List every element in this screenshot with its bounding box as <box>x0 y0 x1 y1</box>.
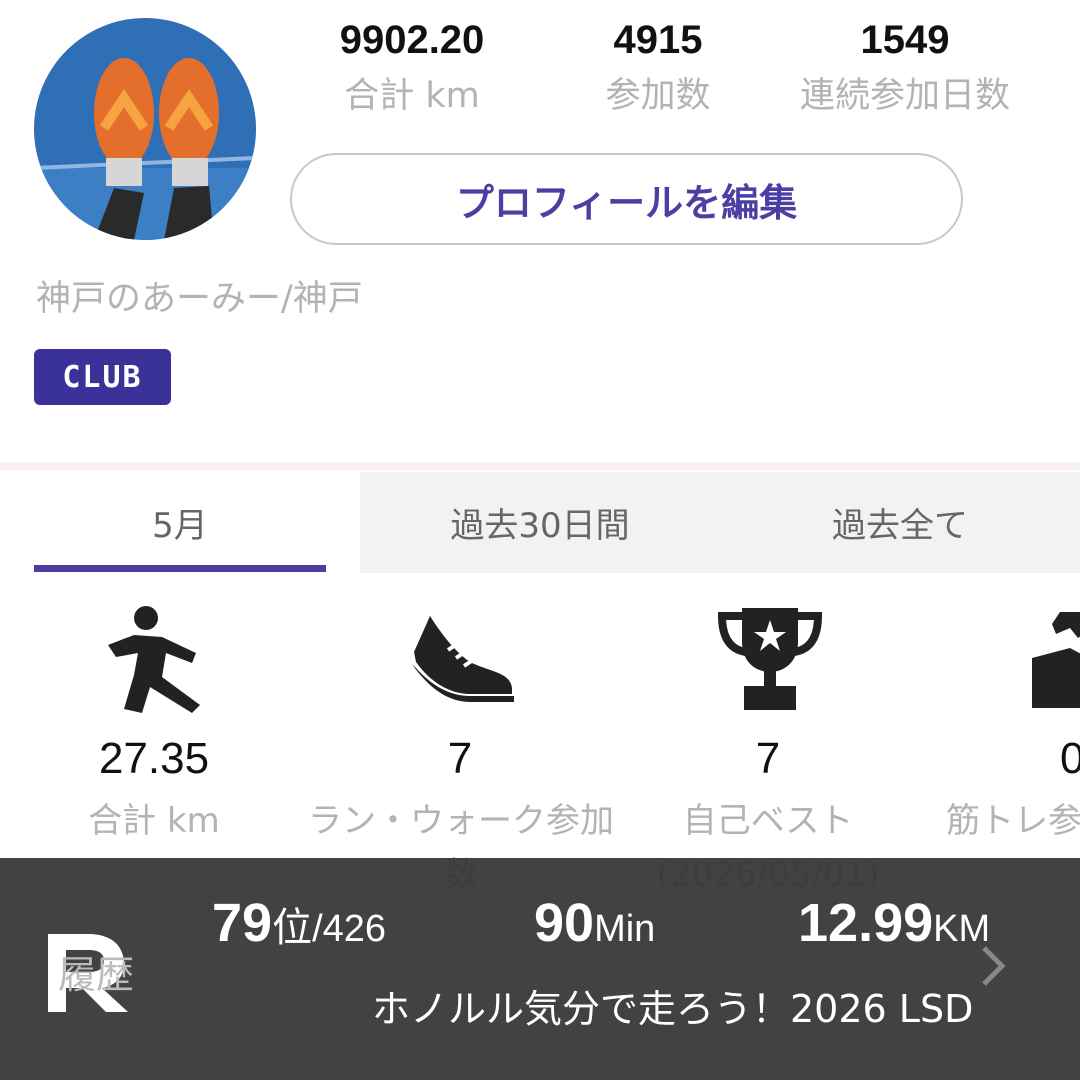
distance-value: 12.99 <box>798 893 934 953</box>
summary-strength-value: 0 <box>1060 734 1080 783</box>
history-label: 履歴 <box>58 953 135 997</box>
duration-readout: 90Min <box>534 892 655 954</box>
edit-profile-button[interactable]: プロフィールを編集 <box>290 153 963 245</box>
event-title: ホノルル気分で走ろう！2026 LSD <box>372 987 974 1031</box>
active-tab-indicator <box>34 565 326 572</box>
user-name: 神戸のあーみー/神戸 <box>36 279 363 319</box>
trophy-icon <box>717 606 823 712</box>
rank-readout: 79位/426 <box>212 892 386 954</box>
duration-unit: Min <box>594 908 656 950</box>
chevron-right-icon[interactable] <box>978 944 1008 988</box>
tab-all-time[interactable]: 過去全て <box>720 472 1080 573</box>
stat-participation-value: 4915 <box>613 18 703 62</box>
section-divider <box>0 462 1080 470</box>
summary-personal-best-value: 7 <box>755 734 781 783</box>
shoe-icon <box>410 612 515 704</box>
stat-streak-value: 1549 <box>860 18 950 62</box>
rank-value: 79 <box>212 893 273 953</box>
strength-icon <box>1030 608 1080 712</box>
rank-total: /426 <box>312 908 387 950</box>
summary-participation-value: 7 <box>447 734 473 783</box>
stat-total-km-label: 合計 km <box>344 76 480 116</box>
tab-this-month[interactable]: 5月 <box>0 472 360 573</box>
summary-strength-label: 筋トレ参 <box>946 801 1080 841</box>
distance-readout: 12.99KM <box>798 892 990 954</box>
stat-total-km-value: 9902.20 <box>339 18 485 62</box>
stat-participation-label: 参加数 <box>605 76 711 116</box>
summary-distance-label: 合計 km <box>88 801 220 841</box>
avatar[interactable] <box>34 18 256 240</box>
rank-unit: 位 <box>272 905 313 951</box>
result-banner[interactable]: 履歴 79位/426 90Min 12.99KM ホノルル気分で走ろう！2026… <box>0 858 1080 1080</box>
tab-last-30-days[interactable]: 過去30日間 <box>360 472 720 573</box>
club-badge[interactable]: CLUB <box>34 349 171 405</box>
duration-value: 90 <box>534 893 595 953</box>
runner-icon <box>104 605 204 715</box>
stat-streak-label: 連続参加日数 <box>799 76 1010 116</box>
summary-distance-value: 27.35 <box>98 734 210 783</box>
